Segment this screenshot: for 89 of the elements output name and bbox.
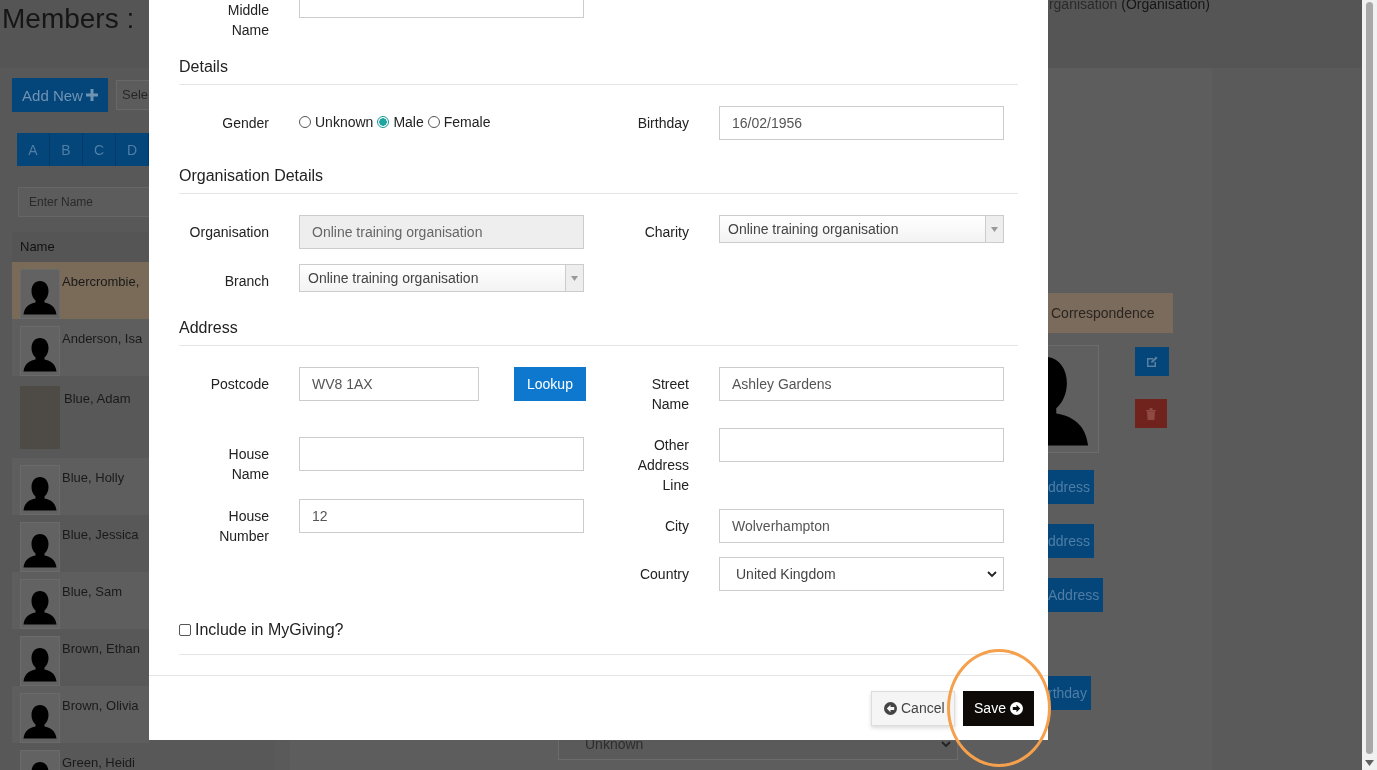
arrow-left-circle-icon xyxy=(884,701,897,715)
section-heading: Organisation Details xyxy=(179,158,1018,194)
edit-icon xyxy=(1146,355,1158,368)
add-new-button[interactable]: Add New xyxy=(12,78,108,112)
text-field[interactable]: 12 xyxy=(299,499,584,533)
radio-button[interactable] xyxy=(427,116,440,128)
radio-button[interactable] xyxy=(377,116,390,128)
radio-label: Unknown xyxy=(315,114,374,130)
text-field[interactable] xyxy=(299,437,584,471)
edit-button[interactable] xyxy=(1135,347,1169,376)
postcode-field[interactable]: WV8 1AX xyxy=(299,367,479,401)
radio-button[interactable] xyxy=(299,116,311,128)
text-field[interactable]: 16/02/1956 xyxy=(719,106,1004,140)
arrow-right-circle-icon xyxy=(1009,701,1023,715)
field-label: House Number xyxy=(219,507,269,546)
field-label: Country xyxy=(639,565,689,584)
text-field[interactable]: Ashley Gardens xyxy=(719,367,1004,401)
letter-tab[interactable]: D xyxy=(116,133,149,166)
lookup-button[interactable]: Lookup xyxy=(514,367,586,401)
avatar-silhouette-icon xyxy=(20,522,60,572)
member-row[interactable]: Blue, Jessica xyxy=(12,515,149,572)
member-name: Brown, Olivia xyxy=(62,697,139,715)
member-row[interactable]: Green, Heidi xyxy=(12,743,149,770)
member-row[interactable]: Blue, Holly xyxy=(12,458,149,515)
text-field[interactable] xyxy=(719,428,1004,462)
field-label: Branch xyxy=(224,272,269,291)
member-name: Blue, Jessica xyxy=(62,526,139,544)
text-field: Online training organisation xyxy=(299,215,584,249)
field-label: Other Address Line xyxy=(637,436,689,495)
cancel-button[interactable]: Cancel xyxy=(871,690,955,726)
member-name: Blue, Sam xyxy=(62,583,122,601)
correspondence-tab[interactable]: Correspondence xyxy=(1048,293,1173,333)
field-label: Gender xyxy=(222,114,269,133)
action-button[interactable]: ddress xyxy=(1048,470,1095,504)
dropdown[interactable]: Online training organisation xyxy=(299,264,584,292)
field-label: Postcode xyxy=(210,375,269,394)
save-button[interactable]: Save xyxy=(963,690,1034,726)
radio-label: Female xyxy=(443,114,491,130)
letter-tab[interactable]: C xyxy=(83,133,116,166)
field-label: House Name xyxy=(228,445,269,484)
action-button[interactable]: Address xyxy=(1048,578,1104,612)
member-row[interactable]: Anderson, Isa xyxy=(12,319,149,376)
field-label: Middle Name xyxy=(227,1,269,40)
member-name: Green, Heidi xyxy=(62,754,135,770)
checkbox-label: Include in MyGiving? xyxy=(195,620,344,640)
avatar-silhouette-icon xyxy=(20,693,60,743)
dropdown-value: United Kingdom xyxy=(736,566,836,582)
member-name: Blue, Adam xyxy=(64,390,131,408)
dropdown[interactable]: Online training organisation xyxy=(719,215,1004,243)
member-name: Abercrombie, xyxy=(62,273,140,291)
letter-tab[interactable]: B xyxy=(50,133,83,166)
page-title: Members : xyxy=(2,2,135,36)
avatar-silhouette-icon xyxy=(20,269,60,319)
dropdown-value: Online training organisation xyxy=(728,221,899,237)
action-button[interactable]: rthday xyxy=(1048,676,1091,710)
member-name: Brown, Ethan xyxy=(62,640,141,658)
member-row[interactable]: Brown, Ethan xyxy=(12,629,149,686)
chevron-down-icon xyxy=(941,739,951,748)
avatar-silhouette-icon xyxy=(20,465,60,515)
member-name: Blue, Holly xyxy=(62,469,125,487)
chevron-down-icon xyxy=(987,570,997,578)
section-heading: Address xyxy=(179,310,1018,346)
avatar-silhouette-icon xyxy=(20,636,60,686)
caret-down-icon xyxy=(571,275,578,281)
dropdown-value: Online training organisation xyxy=(308,270,479,286)
field-label: City xyxy=(664,517,689,536)
radio-label: Male xyxy=(393,114,424,130)
member-row[interactable]: Brown, Olivia xyxy=(12,686,149,743)
avatar-silhouette-icon xyxy=(20,579,60,629)
dropdown[interactable]: United Kingdom xyxy=(719,557,1004,591)
caret-down-icon xyxy=(991,226,998,232)
checkbox[interactable] xyxy=(179,624,191,636)
avatar-silhouette-icon xyxy=(20,326,60,376)
delete-button[interactable] xyxy=(1135,399,1167,428)
member-row[interactable]: Blue, Adam xyxy=(12,376,149,458)
letter-tab[interactable]: A xyxy=(17,133,50,166)
field-label: Birthday xyxy=(637,114,689,133)
trash-icon xyxy=(1146,407,1156,420)
scrollbar-thumb[interactable] xyxy=(1366,2,1373,754)
field-label: Street Name xyxy=(651,375,689,414)
field-label: Charity xyxy=(644,223,689,242)
member-row[interactable]: Blue, Sam xyxy=(12,572,149,629)
member-row[interactable]: Abercrombie, xyxy=(12,262,149,319)
plus-icon xyxy=(85,89,98,101)
text-field[interactable]: Wolverhampton xyxy=(719,509,1004,543)
scroll-down-icon[interactable] xyxy=(1365,760,1374,766)
section-heading: Details xyxy=(179,49,1018,85)
action-button[interactable]: ddress xyxy=(1048,524,1095,558)
member-name: Anderson, Isa xyxy=(62,330,143,348)
